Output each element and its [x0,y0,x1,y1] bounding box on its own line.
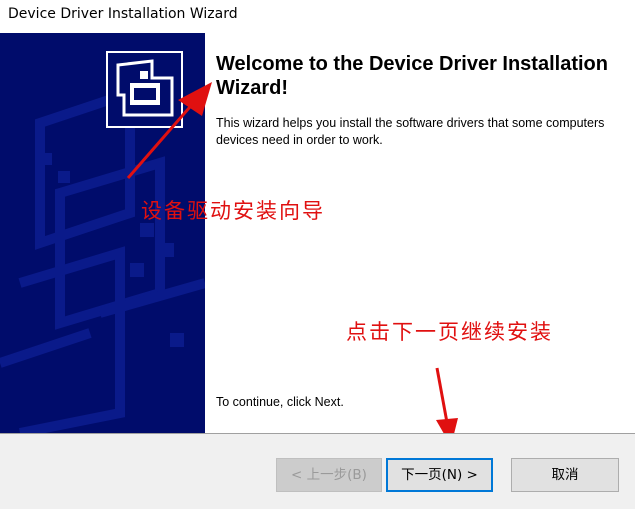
wizard-window: Device Driver Installation Wizard Welcom… [0,0,635,509]
annotation-wizard-label: 设备驱动安装向导 [141,199,325,223]
continue-instruction: To continue, click Next. [216,395,344,409]
welcome-description: This wizard helps you install the softwa… [216,116,605,147]
window-title: Device Driver Installation Wizard [8,6,238,22]
hardware-box-icon [106,51,183,128]
wizard-banner [0,33,205,433]
title-bar: Device Driver Installation Wizard [0,0,635,32]
banner-pattern [0,51,205,433]
annotation-next-hint: 点击下一页继续安装 [346,320,553,344]
button-bar: < 上一步(B) 下一页(N) > 取消 [0,433,635,509]
wizard-content: Welcome to the Device Driver Installatio… [205,33,635,433]
back-button[interactable]: < 上一步(B) [276,458,382,492]
welcome-heading: Welcome to the Device Driver Installatio… [216,53,608,99]
cancel-button[interactable]: 取消 [511,458,619,492]
next-button[interactable]: 下一页(N) > [386,458,493,492]
